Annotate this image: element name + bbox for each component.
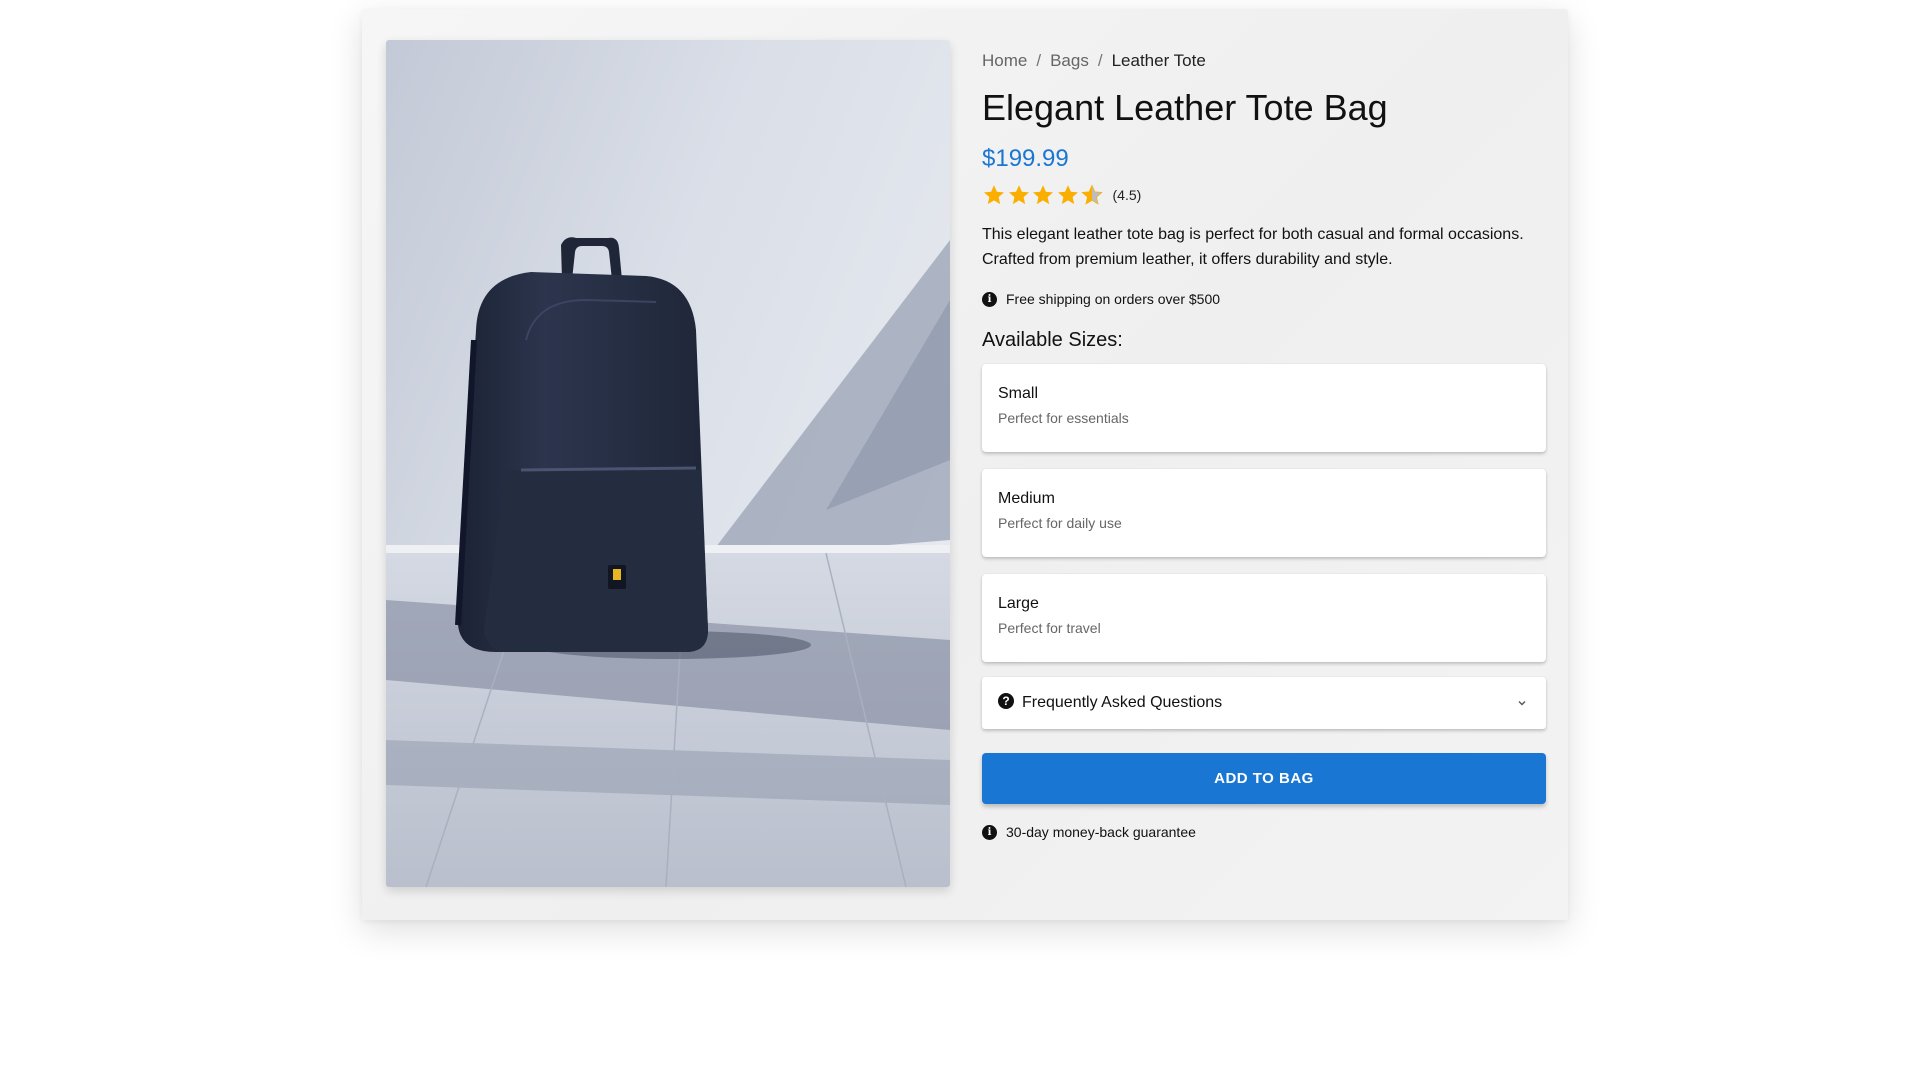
rating: (4.5) — [982, 183, 1141, 207]
faq-label: Frequently Asked Questions — [1022, 694, 1223, 711]
product-description: This elegant leather tote bag is perfect… — [982, 226, 1524, 268]
size-name: Small — [998, 385, 1039, 402]
info-icon: i — [982, 824, 997, 840]
size-option-medium[interactable]: Medium Perfect for daily use — [982, 469, 1546, 557]
star-icon — [1057, 185, 1078, 205]
info-icon: i — [982, 291, 997, 307]
product-card: Home / Bags / Leather Tote Elegant Leather T… — [362, 9, 1568, 920]
add-to-bag-button[interactable]: ADD TO BAG — [982, 753, 1546, 804]
rating-value: (4.5) — [1112, 187, 1142, 203]
size-description: Perfect for essentials — [998, 410, 1129, 426]
star-icon — [1081, 184, 1103, 205]
sizes-heading: Available Sizes: — [982, 329, 1123, 351]
breadcrumb-home[interactable]: Home — [982, 51, 1027, 70]
size-option-large[interactable]: Large Perfect for travel — [982, 574, 1546, 662]
faq-accordion[interactable]: ? Frequently Asked Questions — [982, 677, 1546, 729]
product-image — [386, 40, 950, 887]
star-icon — [1008, 185, 1029, 205]
size-description: Perfect for daily use — [998, 515, 1122, 531]
help-circle-icon: ? — [998, 693, 1014, 709]
breadcrumb-category[interactable]: Bags — [1050, 51, 1089, 70]
size-description: Perfect for travel — [998, 620, 1101, 636]
size-name: Medium — [998, 490, 1055, 507]
guarantee-notice: i 30-day money-back guarantee — [982, 824, 1196, 840]
guarantee-notice-text: 30-day money-back guarantee — [1006, 824, 1196, 840]
star-icon — [1033, 185, 1053, 205]
breadcrumb-current: Leather Tote — [1111, 51, 1206, 70]
product-title: Elegant Leather Tote Bag — [982, 87, 1388, 128]
breadcrumb-separator: / — [1097, 51, 1103, 70]
size-name: Large — [998, 595, 1039, 612]
breadcrumb-separator: / — [1036, 51, 1042, 70]
shipping-notice-text: Free shipping on orders over $500 — [1006, 291, 1221, 307]
rating-stars — [982, 183, 1105, 207]
chevron-down-icon — [1518, 701, 1526, 706]
product-price: $199.99 — [982, 145, 1069, 172]
star-icon — [984, 185, 1004, 205]
size-option-small[interactable]: Small Perfect for essentials — [982, 364, 1546, 452]
breadcrumb: Home / Bags / Leather Tote — [982, 51, 1206, 71]
shipping-notice: i Free shipping on orders over $500 — [982, 291, 1220, 307]
